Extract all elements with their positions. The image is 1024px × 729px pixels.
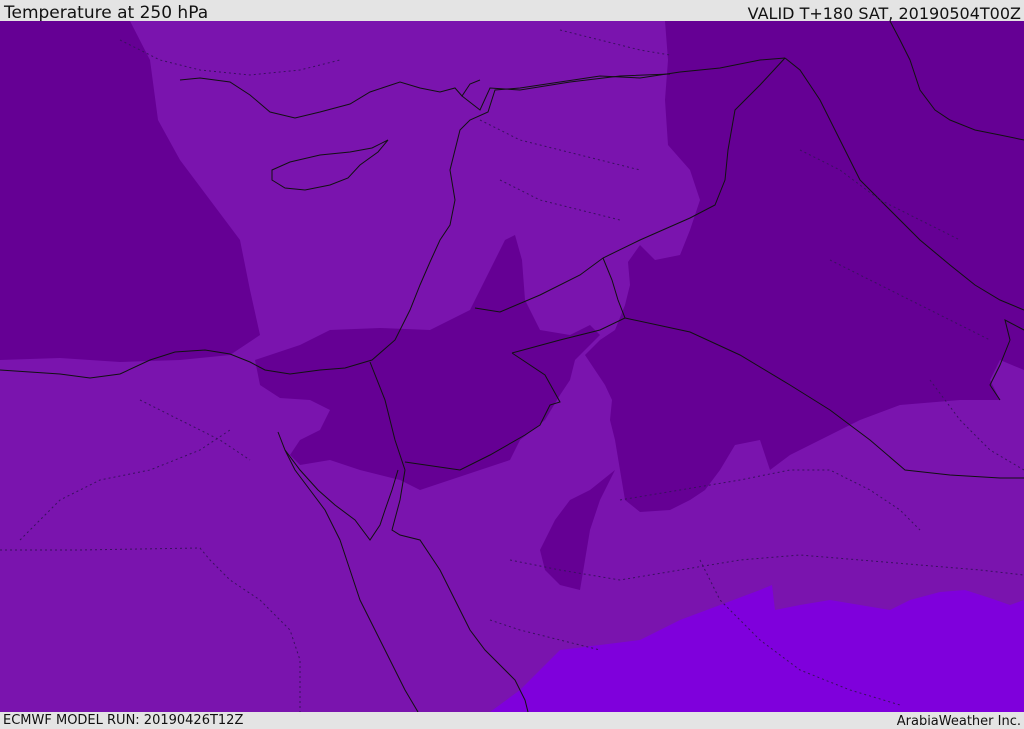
map-canvas: [0, 20, 1024, 713]
credit-label: ArabiaWeather Inc.: [896, 714, 1021, 729]
footer-bar: ECMWF MODEL RUN: 20190426T12Z ArabiaWeat…: [0, 712, 1024, 729]
map-title: Temperature at 250 hPa: [4, 3, 209, 23]
header-bar: Temperature at 250 hPa VALID T+180 SAT, …: [0, 0, 1024, 23]
model-run-label: ECMWF MODEL RUN: 20190426T12Z: [3, 713, 244, 728]
weather-map: [0, 20, 1024, 713]
